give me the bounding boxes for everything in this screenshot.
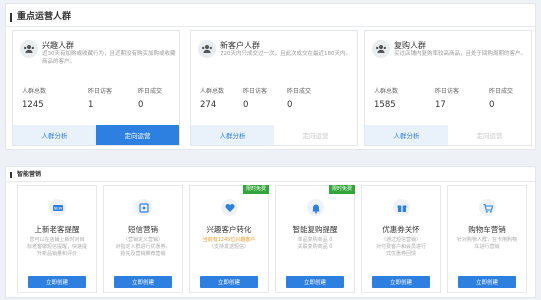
stat-total: 人群总数 1585 bbox=[374, 86, 424, 110]
tile-description: （营销定义营销） 对指定人群进行优惠券， 抢先及营销推荐营销 bbox=[108, 237, 178, 258]
card-actions: 人群分析 定向运营 bbox=[365, 125, 531, 145]
desc-line: 式优惠券回馈 bbox=[385, 251, 416, 257]
audience-card-new-customer: 新客户人群 720天内只成交过一次，且此次成交在最近180天内。 人群总数 274… bbox=[190, 30, 358, 146]
create-now-button[interactable]: 立即创建 bbox=[372, 276, 430, 288]
desc-line: 关联复购商品 0 bbox=[297, 244, 333, 250]
stat-label: 昨日访客 bbox=[435, 88, 460, 95]
stat-label: 人群总数 bbox=[374, 88, 399, 95]
stat-value: 17 bbox=[435, 100, 446, 110]
svg-text:NEW: NEW bbox=[53, 206, 62, 210]
desc-line: 对付费客户和会员进行 bbox=[375, 244, 426, 250]
stat-label: 昨日访客 bbox=[243, 88, 268, 95]
desc-line: （营销定义营销） bbox=[122, 237, 163, 243]
desc-line: 升新品销量和评价 bbox=[36, 251, 77, 257]
create-now-button[interactable]: 立即创建 bbox=[28, 276, 86, 288]
group-icon bbox=[198, 40, 216, 58]
heart-icon bbox=[221, 199, 238, 216]
stat-value: 1585 bbox=[374, 100, 396, 110]
desc-line: （通过短信营销） bbox=[380, 237, 421, 243]
stat-value: 0 bbox=[489, 100, 495, 110]
create-now-button[interactable]: 立即创建 bbox=[200, 276, 258, 288]
stat-deals: 昨日成交 0 bbox=[287, 86, 337, 110]
gift-icon bbox=[393, 199, 410, 216]
create-now-button[interactable]: 立即创建 bbox=[114, 276, 172, 288]
tile-description: 针对购物人群，在卡用购物 车进行营销 bbox=[452, 237, 522, 251]
targeted-operation-button: 定向运营 bbox=[448, 125, 531, 145]
tile-smart-repurchase: 限时免费 智能复购提醒 单品复购商品 0 关联复购商品 0 立即创建 bbox=[275, 185, 355, 293]
stat-label: 昨日成交 bbox=[138, 88, 163, 95]
tile-title: 上新老客提醒 bbox=[34, 225, 80, 234]
tile-title: 兴趣客户转化 bbox=[206, 225, 252, 234]
bell-icon bbox=[307, 199, 324, 216]
limited-free-badge: 限时免费 bbox=[242, 185, 269, 194]
coupon-icon bbox=[135, 199, 152, 216]
desc-line: （支持发送短信） bbox=[208, 244, 249, 250]
stat-label: 昨日访客 bbox=[88, 88, 113, 95]
stat-value: 0 bbox=[138, 100, 144, 110]
tile-title: 短信营销 bbox=[128, 225, 158, 234]
tile-sms-marketing: 短信营销 （营销定义营销） 对指定人群进行优惠券， 抢先及营销推荐营销 立即创建 bbox=[103, 185, 183, 293]
stat-value: 1 bbox=[88, 100, 94, 110]
stat-deals: 昨日成交 0 bbox=[138, 86, 188, 110]
tile-title: 优惠券关怀 bbox=[382, 225, 420, 234]
stat-label: 人群总数 bbox=[22, 88, 47, 95]
tile-title: 智能复购提醒 bbox=[292, 225, 338, 234]
stat-value: 1245 bbox=[22, 100, 44, 110]
stat-visitors: 昨日访客 17 bbox=[435, 86, 485, 110]
desc-line: 标老客做短信提醒，快速提 bbox=[26, 244, 87, 250]
tile-interest-conversion: 限时免费 兴趣客户转化 当前有1245位兴趣客户 （支持发送短信） 立即创建 bbox=[189, 185, 269, 293]
stat-value: 0 bbox=[287, 100, 293, 110]
audience-analysis-button[interactable]: 人群分析 bbox=[191, 125, 274, 145]
group-icon bbox=[372, 40, 390, 58]
audience-card-repurchase: 复购人群 买过店铺内复购率较高商品，且处于回购周期的客户。 人群总数 1585 昨… bbox=[364, 30, 532, 146]
card-actions: 人群分析 定向运营 bbox=[191, 125, 357, 145]
tile-coupon-care: 优惠券关怀 （通过短信营销） 对付费客户和会员进行 式优惠券回馈 立即创建 bbox=[361, 185, 441, 293]
audience-analysis-button[interactable]: 人群分析 bbox=[13, 125, 96, 145]
audience-card-interest: 兴趣人群 近30天有加购或收藏行为，且近期没有购买加购或收藏商品的客户。 人群总… bbox=[12, 30, 180, 146]
card-actions: 人群分析 定向运营 bbox=[13, 125, 179, 145]
card-description: 720天内只成交过一次，且此次成交在最近180天内。 bbox=[220, 51, 351, 57]
tile-description: 当前有1245位兴趣客户 （支持发送短信） bbox=[194, 237, 264, 251]
stat-value: 0 bbox=[243, 100, 249, 110]
desc-line: 对指定人群进行优惠券， bbox=[115, 244, 171, 250]
desc-line: 针对购物人群，在卡用购物 bbox=[456, 237, 517, 243]
divider bbox=[6, 26, 535, 27]
cart-icon bbox=[479, 199, 496, 216]
stat-total: 人群总数 1245 bbox=[22, 86, 72, 110]
stat-visitors: 昨日访客 1 bbox=[88, 86, 138, 110]
divider bbox=[6, 181, 535, 182]
audience-analysis-button[interactable]: 人群分析 bbox=[365, 125, 448, 145]
desc-line: 您可以在店铺上新时对目 bbox=[29, 237, 85, 243]
key-audience-panel: 重点运营人群 兴趣人群 近30天有加购或收藏行为，且近期没有购买加购或收藏商品的… bbox=[5, 3, 536, 150]
tile-description: 您可以在店铺上新时对目 标老客做短信提醒，快速提 升新品销量和评价 bbox=[22, 237, 92, 258]
group-icon bbox=[20, 40, 38, 58]
new-icon: NEW bbox=[49, 199, 66, 216]
tile-description: 单品复购商品 0 关联复购商品 0 bbox=[280, 237, 350, 251]
targeted-operation-button: 定向运营 bbox=[274, 125, 357, 145]
stat-visitors: 昨日访客 0 bbox=[243, 86, 293, 110]
create-now-button[interactable]: 立即创建 bbox=[286, 276, 344, 288]
tile-title: 购物车营销 bbox=[468, 225, 506, 234]
desc-line: 车进行营销 bbox=[474, 244, 500, 250]
desc-line: 单品复购商品 0 bbox=[297, 237, 333, 243]
create-now-button[interactable]: 立即创建 bbox=[458, 276, 516, 288]
card-description: 买过店铺内复购率较高商品，且处于回购周期的客户。 bbox=[394, 51, 527, 57]
desc-line-highlight: 当前有1245位兴趣客户 bbox=[202, 237, 256, 243]
limited-free-badge: 限时免费 bbox=[328, 185, 355, 194]
tile-description: （通过短信营销） 对付费客户和会员进行 式优惠券回馈 bbox=[366, 237, 436, 258]
section-title: 重点运营人群 bbox=[10, 13, 71, 22]
stat-label: 昨日成交 bbox=[287, 88, 312, 95]
stat-deals: 昨日成交 0 bbox=[489, 86, 539, 110]
card-description: 近30天有加购或收藏行为，且近期没有购买加购或收藏商品的客户。 bbox=[42, 51, 176, 65]
tile-new-arrival-reminder: NEW 上新老客提醒 您可以在店铺上新时对目 标老客做短信提醒，快速提 升新品销… bbox=[17, 185, 97, 293]
smart-marketing-panel: 智能营销 NEW 上新老客提醒 您可以在店铺上新时对目 标老客做短信提醒，快速提… bbox=[5, 166, 536, 298]
stat-label: 昨日成交 bbox=[489, 88, 514, 95]
desc-line: 抢先及营销推荐营销 bbox=[120, 251, 166, 257]
targeted-operation-button[interactable]: 定向运营 bbox=[96, 125, 179, 145]
section-title: 智能营销 bbox=[10, 172, 41, 178]
tile-cart-marketing: 购物车营销 针对购物人群，在卡用购物 车进行营销 立即创建 bbox=[447, 185, 527, 293]
